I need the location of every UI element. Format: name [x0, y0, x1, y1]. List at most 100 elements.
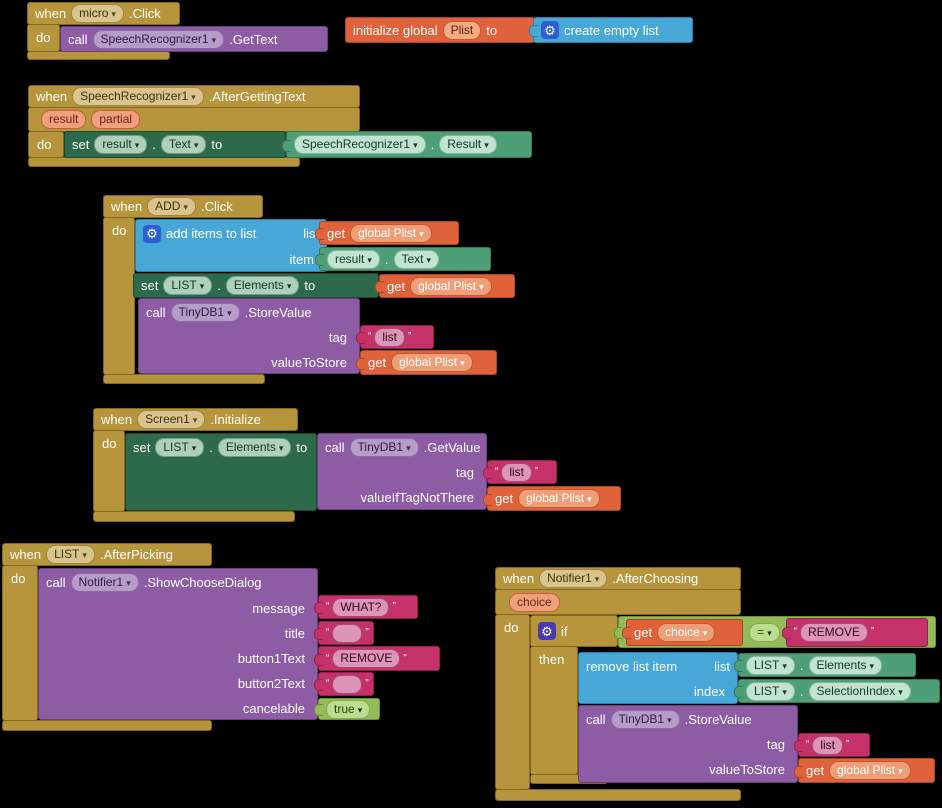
- blocks-workspace[interactable]: when micro .Click do call SpeechRecogniz…: [0, 0, 942, 808]
- variable-dropdown[interactable]: result: [94, 135, 147, 154]
- get-global-plist-block[interactable]: get global Plist: [360, 350, 497, 375]
- component-dropdown[interactable]: SpeechRecognizer1: [72, 87, 204, 106]
- get-result-text-block[interactable]: result . Text: [319, 247, 491, 271]
- text-string-block[interactable]: “ REMOVE ”: [318, 646, 440, 671]
- text-string-block[interactable]: “ list ”: [360, 325, 434, 349]
- variable-dropdown[interactable]: global Plist: [350, 224, 432, 243]
- param-result-badge[interactable]: result: [41, 110, 86, 129]
- item-socket-label: item: [289, 252, 314, 267]
- call-tinydb-storevalue-block[interactable]: call TinyDB1 .StoreValue tag valueToStor…: [578, 705, 798, 783]
- component-dropdown[interactable]: TinyDB1: [611, 710, 680, 729]
- text-field[interactable]: list: [812, 736, 843, 755]
- logic-true-block[interactable]: true: [318, 698, 380, 720]
- component-dropdown[interactable]: LIST: [155, 438, 204, 457]
- text-string-block[interactable]: “ WHAT? ”: [318, 595, 418, 619]
- text-field[interactable]: list: [374, 328, 405, 347]
- logic-dropdown[interactable]: true: [326, 700, 370, 719]
- event-block-footer: [2, 720, 212, 731]
- set-list-elements-block[interactable]: set LIST . Elements to: [133, 273, 379, 298]
- component-dropdown[interactable]: Screen1: [137, 410, 205, 429]
- property-dropdown[interactable]: Elements: [809, 656, 883, 675]
- do-label: do: [104, 218, 134, 238]
- get-speechrecognizer-result-block[interactable]: SpeechRecognizer1 . Result: [286, 131, 532, 158]
- dropdown-arrow-icon: [460, 354, 465, 371]
- get-list-elements-block[interactable]: LIST . Elements: [738, 653, 916, 677]
- operator-dropdown[interactable]: =: [749, 623, 780, 642]
- call-tinydb-getvalue-block[interactable]: call TinyDB1 .GetValue tag valueIfTagNot…: [317, 433, 487, 510]
- component-dropdown[interactable]: SpeechRecognizer1: [93, 30, 225, 49]
- event-block-header[interactable]: when SpeechRecognizer1 .AfterGettingText: [28, 85, 360, 108]
- empty-text-string-block[interactable]: “ ”: [318, 672, 374, 696]
- component-dropdown[interactable]: micro: [71, 4, 124, 23]
- dropdown-arrow-icon: [82, 546, 87, 563]
- set-result-text-block[interactable]: set result . Text to: [64, 131, 286, 158]
- property-dropdown[interactable]: SelectionIndex: [809, 682, 911, 701]
- property-dropdown[interactable]: Result: [439, 135, 497, 154]
- param-partial-badge[interactable]: partial: [91, 110, 140, 129]
- text-string-block[interactable]: “ REMOVE ”: [786, 618, 928, 647]
- component-dropdown[interactable]: Notifier1: [539, 569, 607, 588]
- get-global-plist-block[interactable]: get global Plist: [379, 274, 515, 298]
- variable-dropdown[interactable]: global Plist: [391, 353, 473, 372]
- call-tinydb-storevalue-block[interactable]: call TinyDB1 .StoreValue tag valueToStor…: [138, 298, 360, 374]
- set-list-elements-block[interactable]: set LIST . Elements to: [125, 433, 317, 511]
- valueiftagnotthere-socket-label: valueIfTagNotThere: [361, 490, 474, 505]
- event-block-header[interactable]: when Screen1 .Initialize: [93, 408, 298, 431]
- component-dropdown[interactable]: LIST: [746, 682, 795, 701]
- text-field[interactable]: WHAT?: [332, 598, 389, 617]
- add-items-to-list-block[interactable]: add items to list list item: [135, 219, 327, 272]
- variable-dropdown[interactable]: global Plist: [410, 277, 492, 296]
- equals-comparison-block[interactable]: get choice = “ REMOVE ”: [618, 616, 936, 648]
- mutator-gear-icon[interactable]: [541, 21, 559, 39]
- text-string-block[interactable]: “ list ”: [798, 733, 870, 757]
- get-choice-block[interactable]: get choice: [626, 619, 743, 646]
- variable-dropdown[interactable]: choice: [657, 623, 715, 642]
- get-label: get: [634, 625, 652, 640]
- text-string-block[interactable]: “ list ”: [487, 460, 557, 484]
- event-block-header[interactable]: when Notifier1 .AfterChoosing: [495, 567, 741, 590]
- mutator-gear-icon[interactable]: [538, 622, 556, 640]
- property-dropdown[interactable]: Elements: [226, 276, 300, 295]
- variable-dropdown[interactable]: global Plist: [518, 489, 600, 508]
- text-field[interactable]: list: [501, 463, 532, 482]
- variable-dropdown[interactable]: result: [327, 250, 380, 269]
- component-dropdown[interactable]: LIST: [746, 656, 795, 675]
- text-field[interactable]: REMOVE: [332, 649, 400, 668]
- get-global-plist-block[interactable]: get global Plist: [319, 221, 459, 245]
- init-global-block[interactable]: initialize global Plist to: [345, 17, 535, 43]
- do-label: do: [3, 566, 37, 586]
- component-dropdown[interactable]: Notifier1: [71, 573, 139, 592]
- dropdown-arrow-icon: [200, 277, 205, 294]
- property-dropdown[interactable]: Text: [394, 250, 440, 269]
- event-block-header[interactable]: when micro .Click: [27, 2, 180, 25]
- event-block-header[interactable]: when LIST .AfterPicking: [2, 543, 212, 566]
- text-field[interactable]: REMOVE: [800, 623, 868, 642]
- quote-open: “: [794, 627, 797, 637]
- property-dropdown[interactable]: Elements: [218, 438, 292, 457]
- component-dropdown[interactable]: LIST: [163, 276, 212, 295]
- component-dropdown[interactable]: TinyDB1: [171, 303, 240, 322]
- mutator-gear-icon[interactable]: [143, 225, 161, 243]
- text-field[interactable]: [332, 675, 362, 694]
- event-block-header[interactable]: when ADD .Click: [103, 195, 263, 218]
- get-list-selectionindex-block[interactable]: LIST . SelectionIndex: [738, 679, 940, 703]
- component-dropdown[interactable]: TinyDB1: [350, 438, 419, 457]
- param-choice-badge[interactable]: choice: [509, 593, 560, 612]
- component-dropdown[interactable]: SpeechRecognizer1: [294, 135, 426, 154]
- text-field[interactable]: [332, 624, 362, 643]
- get-global-plist-block[interactable]: get global Plist: [487, 486, 621, 511]
- call-gettext-block[interactable]: call SpeechRecognizer1 .GetText: [60, 26, 328, 52]
- property-dropdown[interactable]: Text: [161, 135, 207, 154]
- component-dropdown[interactable]: ADD: [147, 197, 196, 216]
- if-block-header[interactable]: if: [530, 615, 618, 647]
- component-dropdown[interactable]: LIST: [46, 545, 95, 564]
- dot-label: .: [431, 137, 435, 152]
- get-global-plist-block[interactable]: get global Plist: [798, 758, 935, 783]
- call-showchoosedialog-block[interactable]: call Notifier1 .ShowChooseDialog message…: [38, 568, 318, 720]
- variable-name-field[interactable]: Plist: [443, 21, 482, 40]
- create-empty-list-block[interactable]: create empty list: [533, 17, 693, 43]
- empty-text-string-block[interactable]: “ ”: [318, 621, 374, 645]
- remove-list-item-block[interactable]: remove list item list index: [578, 652, 738, 704]
- variable-dropdown[interactable]: global Plist: [829, 761, 911, 780]
- dropdown-arrow-icon: [419, 225, 424, 242]
